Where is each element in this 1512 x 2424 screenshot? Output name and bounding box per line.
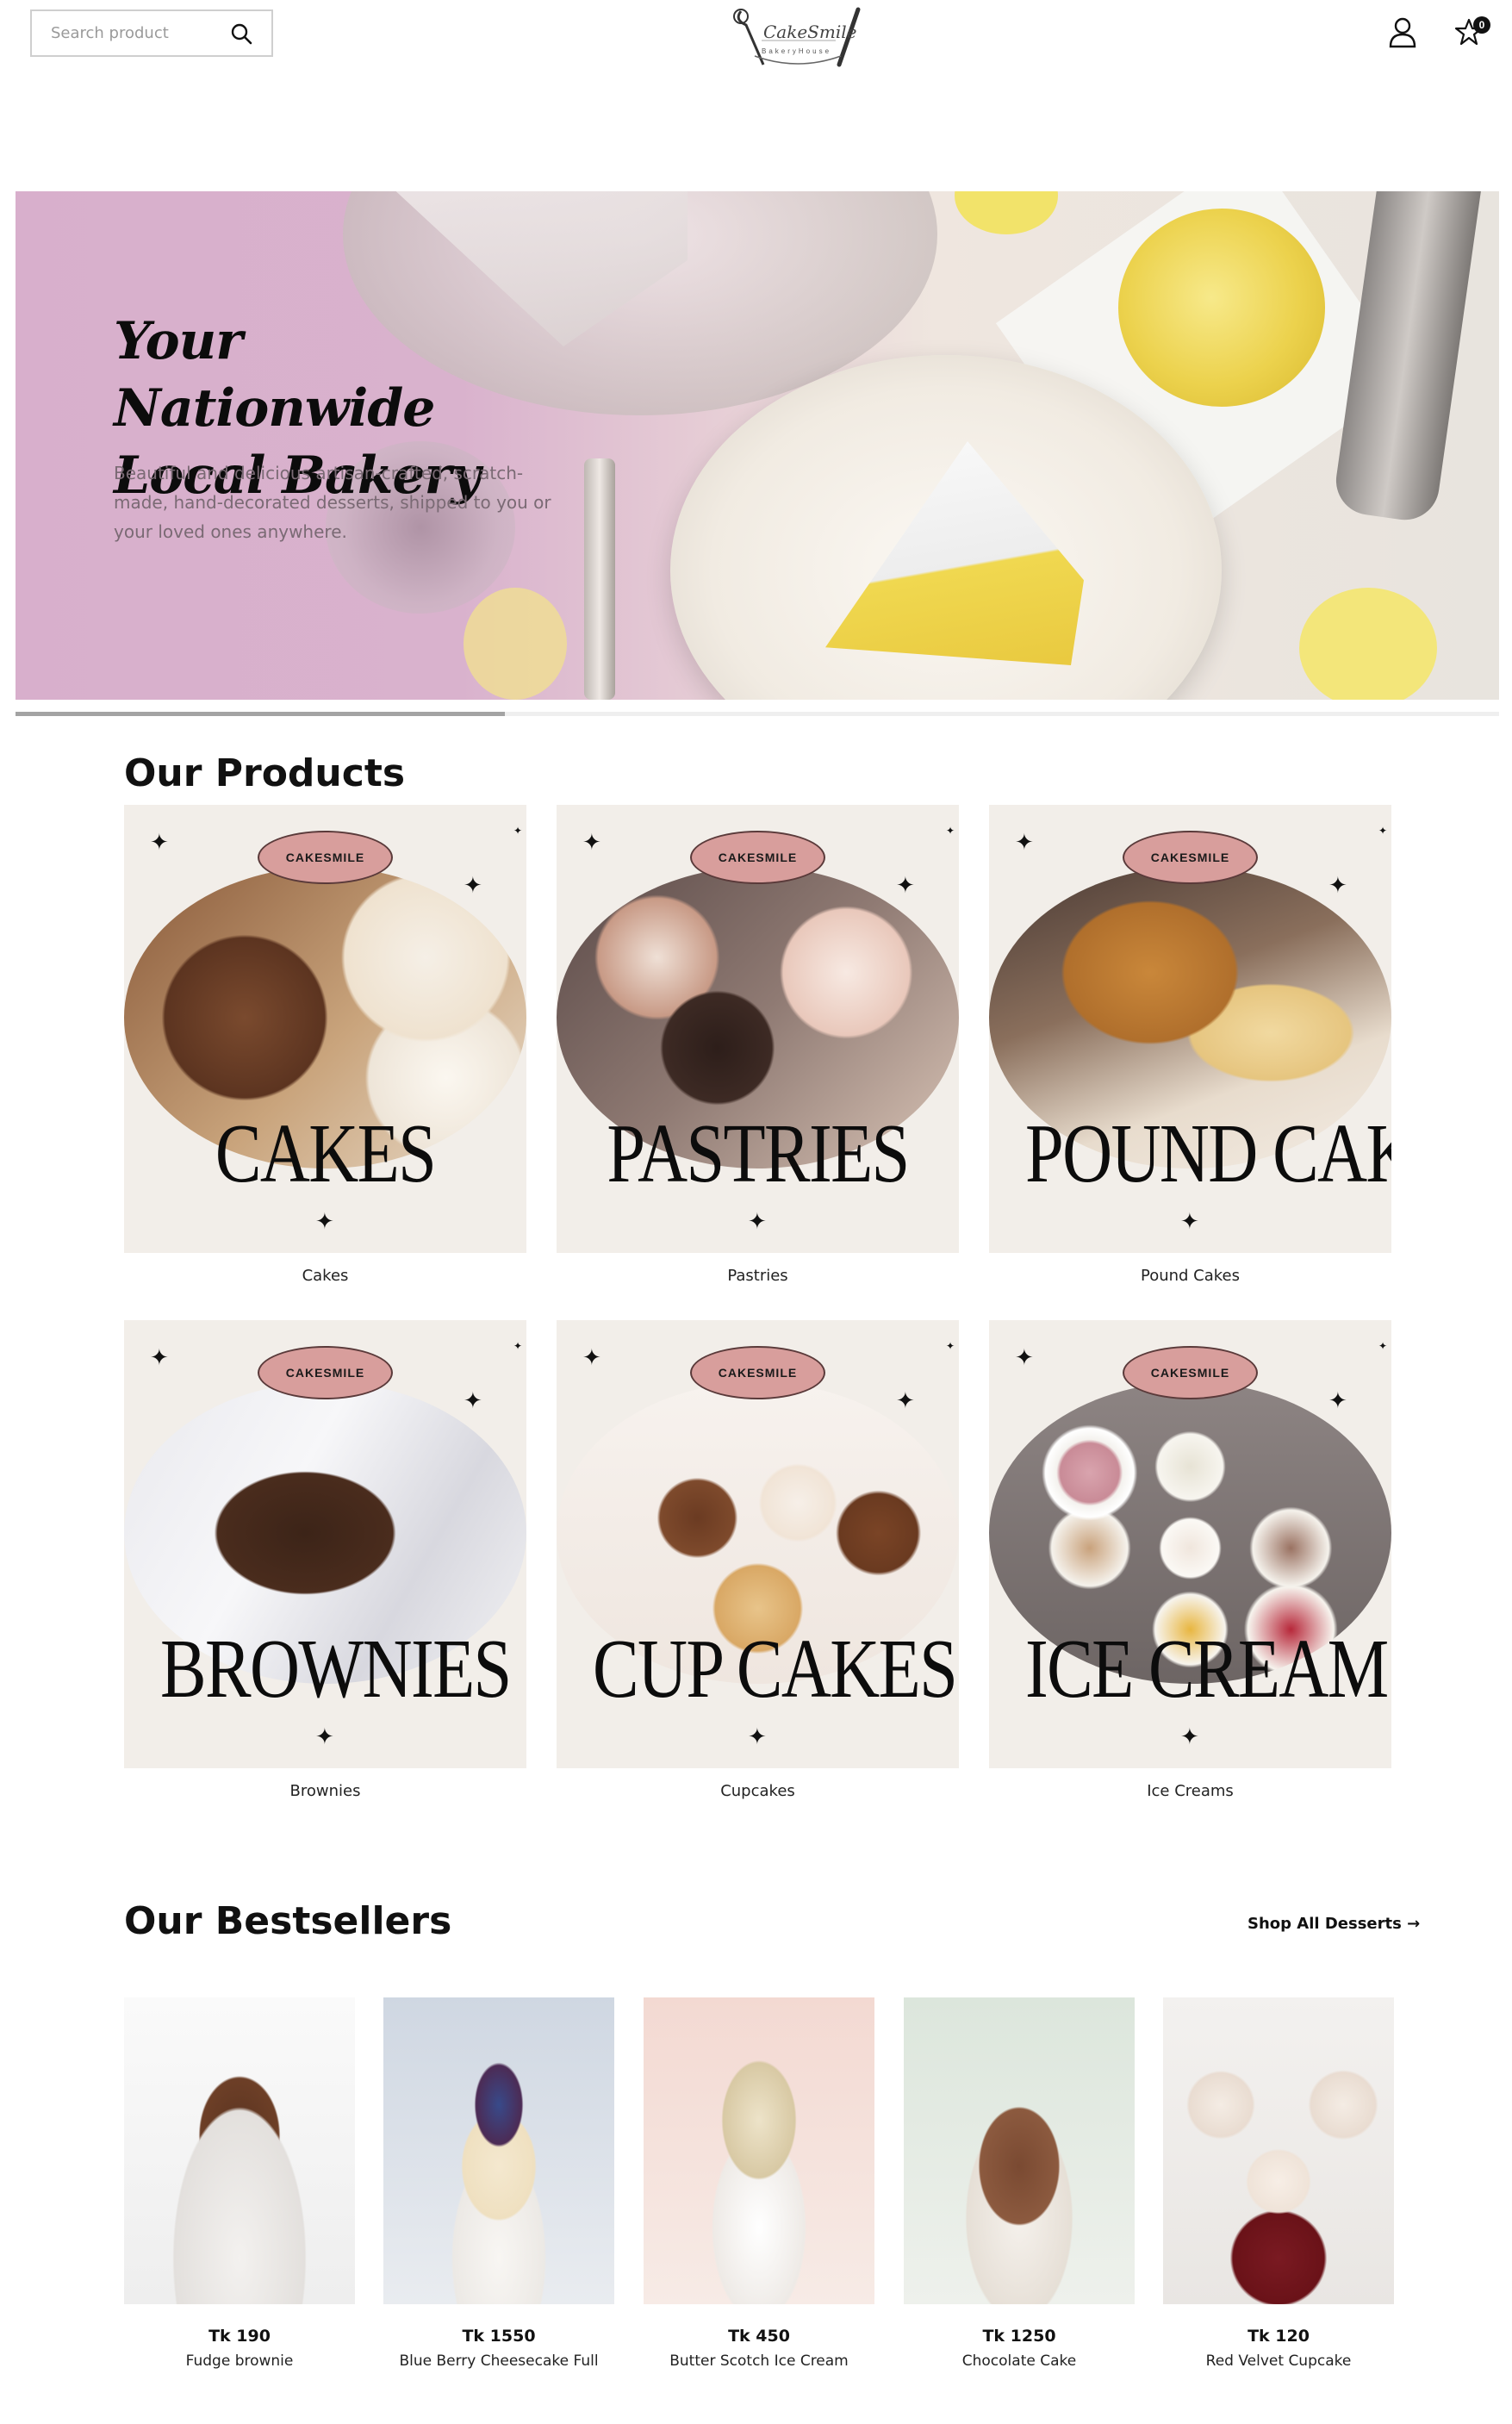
- hero-title-line: Your Nationwide: [114, 311, 435, 439]
- sparkle-icon: ✦: [946, 825, 955, 837]
- sparkle-icon: ✦: [748, 1723, 767, 1749]
- hero-lemon-image: [955, 191, 1058, 234]
- sparkle-icon: ✦: [315, 1208, 334, 1234]
- sparkle-icon: ✦: [748, 1208, 767, 1234]
- product-name[interactable]: Fudge brownie: [124, 2352, 355, 2370]
- product-price: Tk 120: [1248, 2327, 1310, 2346]
- product-price: Tk 190: [208, 2327, 271, 2346]
- product-price: Tk 1550: [462, 2327, 536, 2346]
- product-card-pastries[interactable]: ✦ ✦ ✦ ✦ CAKESMILE PASTRIES: [557, 805, 959, 1253]
- product-name[interactable]: Blue Berry Cheesecake Full: [383, 2352, 614, 2370]
- product-card-label[interactable]: Ice Creams: [989, 1782, 1391, 1800]
- product-card-pound-cake[interactable]: ✦ ✦ ✦ ✦ CAKESMILE POUND CAKE: [989, 805, 1391, 1253]
- hero-knife-image: [1331, 191, 1483, 525]
- card-category-title: BROWNIES: [160, 1623, 512, 1716]
- chocolate-cake-image[interactable]: [904, 1997, 1135, 2304]
- sparkle-icon: ✦: [896, 1387, 915, 1413]
- hero-slider-progress[interactable]: [16, 712, 1499, 716]
- product-card-cakes[interactable]: ✦ ✦ ✦ ✦ CAKESMILE CAKES: [124, 805, 526, 1253]
- card-category-title: ICE CREAM: [1025, 1623, 1389, 1716]
- sparkle-icon: ✦: [315, 1723, 334, 1749]
- hero-description: Beautiful and delicious artisan-crafted,…: [114, 463, 551, 542]
- sparkle-icon: ✦: [946, 1340, 955, 1352]
- card-category-title: CUP CAKES: [593, 1623, 958, 1716]
- sparkle-icon: ✦: [582, 829, 601, 855]
- card-brand-badge: CAKESMILE: [1123, 831, 1258, 884]
- search-icon[interactable]: [230, 22, 252, 45]
- sparkle-icon: ✦: [1328, 1387, 1347, 1413]
- bestsellers-section-title: Our Bestsellers: [124, 1899, 452, 1943]
- sparkle-icon: ✦: [896, 872, 915, 898]
- product-card-ice-cream[interactable]: ✦ ✦ ✦ ✦ CAKESMILE ICE CREAM: [989, 1320, 1391, 1768]
- product-name[interactable]: Chocolate Cake: [904, 2352, 1135, 2370]
- sparkle-icon: ✦: [1015, 1344, 1034, 1370]
- logo-name: CakeSmile: [763, 22, 857, 42]
- search-input[interactable]: Search product: [51, 24, 230, 42]
- hero-lemon-image: [1299, 588, 1437, 700]
- product-card-brownies[interactable]: ✦ ✦ ✦ ✦ CAKESMILE BROWNIES: [124, 1320, 526, 1768]
- sparkle-icon: ✦: [1180, 1723, 1199, 1749]
- site-header: Search product CakeSmile BakeryHouse 0: [0, 0, 1512, 78]
- cart-count-badge: 0: [1473, 16, 1490, 34]
- card-brand-badge: CAKESMILE: [258, 1346, 393, 1399]
- sparkle-icon: ✦: [1378, 825, 1388, 837]
- hero-lemon-image: [464, 588, 567, 700]
- sparkle-icon: ✦: [464, 1387, 482, 1413]
- card-category-title: POUND CAKE: [1025, 1107, 1391, 1200]
- product-name[interactable]: Butter Scotch Ice Cream: [644, 2352, 874, 2370]
- card-category-title: PASTRIES: [607, 1107, 910, 1200]
- product-price: Tk 450: [728, 2327, 790, 2346]
- hero-fork-image: [584, 458, 615, 700]
- sparkle-icon: ✦: [150, 1344, 169, 1370]
- product-card-label[interactable]: Brownies: [124, 1782, 526, 1800]
- blueberry-cheesecake-image[interactable]: [383, 1997, 614, 2304]
- card-brand-badge: CAKESMILE: [1123, 1346, 1258, 1399]
- sparkle-icon: ✦: [513, 1340, 523, 1352]
- card-brand-badge: CAKESMILE: [258, 831, 393, 884]
- user-account-icon[interactable]: [1389, 17, 1416, 48]
- search-box[interactable]: Search product: [30, 9, 273, 57]
- product-card-label[interactable]: Pastries: [557, 1267, 959, 1285]
- card-category-title: CAKES: [215, 1107, 437, 1200]
- butter-scotch-ice-cream-image[interactable]: [644, 1997, 874, 2304]
- sparkle-icon: ✦: [1378, 1340, 1388, 1352]
- product-card-label[interactable]: Cakes: [124, 1267, 526, 1285]
- products-section-title: Our Products: [124, 751, 406, 795]
- sparkle-icon: ✦: [464, 872, 482, 898]
- product-card-cupcakes[interactable]: ✦ ✦ ✦ ✦ CAKESMILE CUP CAKES: [557, 1320, 959, 1768]
- product-price: Tk 1250: [982, 2327, 1056, 2346]
- sparkle-icon: ✦: [1328, 872, 1347, 898]
- card-brand-badge: CAKESMILE: [690, 831, 825, 884]
- logo-subtitle: BakeryHouse: [762, 47, 832, 55]
- red-velvet-cupcake-image[interactable]: [1163, 1997, 1394, 2304]
- sparkle-icon: ✦: [513, 825, 523, 837]
- hero-lemon-image: [1118, 209, 1325, 407]
- sparkle-icon: ✦: [582, 1344, 601, 1370]
- product-card-label[interactable]: Cupcakes: [557, 1782, 959, 1800]
- hero-banner[interactable]: Your Nationwide Local Bakery Beautiful a…: [16, 191, 1499, 700]
- card-brand-badge: CAKESMILE: [690, 1346, 825, 1399]
- sparkle-icon: ✦: [150, 829, 169, 855]
- sparkle-icon: ✦: [1015, 829, 1034, 855]
- product-card-label[interactable]: Pound Cakes: [989, 1267, 1391, 1285]
- hero-slider-progress-fill: [16, 712, 506, 716]
- sparkle-icon: ✦: [1180, 1208, 1199, 1234]
- fudge-brownie-image[interactable]: [124, 1997, 355, 2304]
- site-logo[interactable]: CakeSmile BakeryHouse: [729, 4, 867, 70]
- product-name[interactable]: Red Velvet Cupcake: [1163, 2352, 1394, 2370]
- shop-all-desserts-link[interactable]: Shop All Desserts →: [1248, 1915, 1420, 1933]
